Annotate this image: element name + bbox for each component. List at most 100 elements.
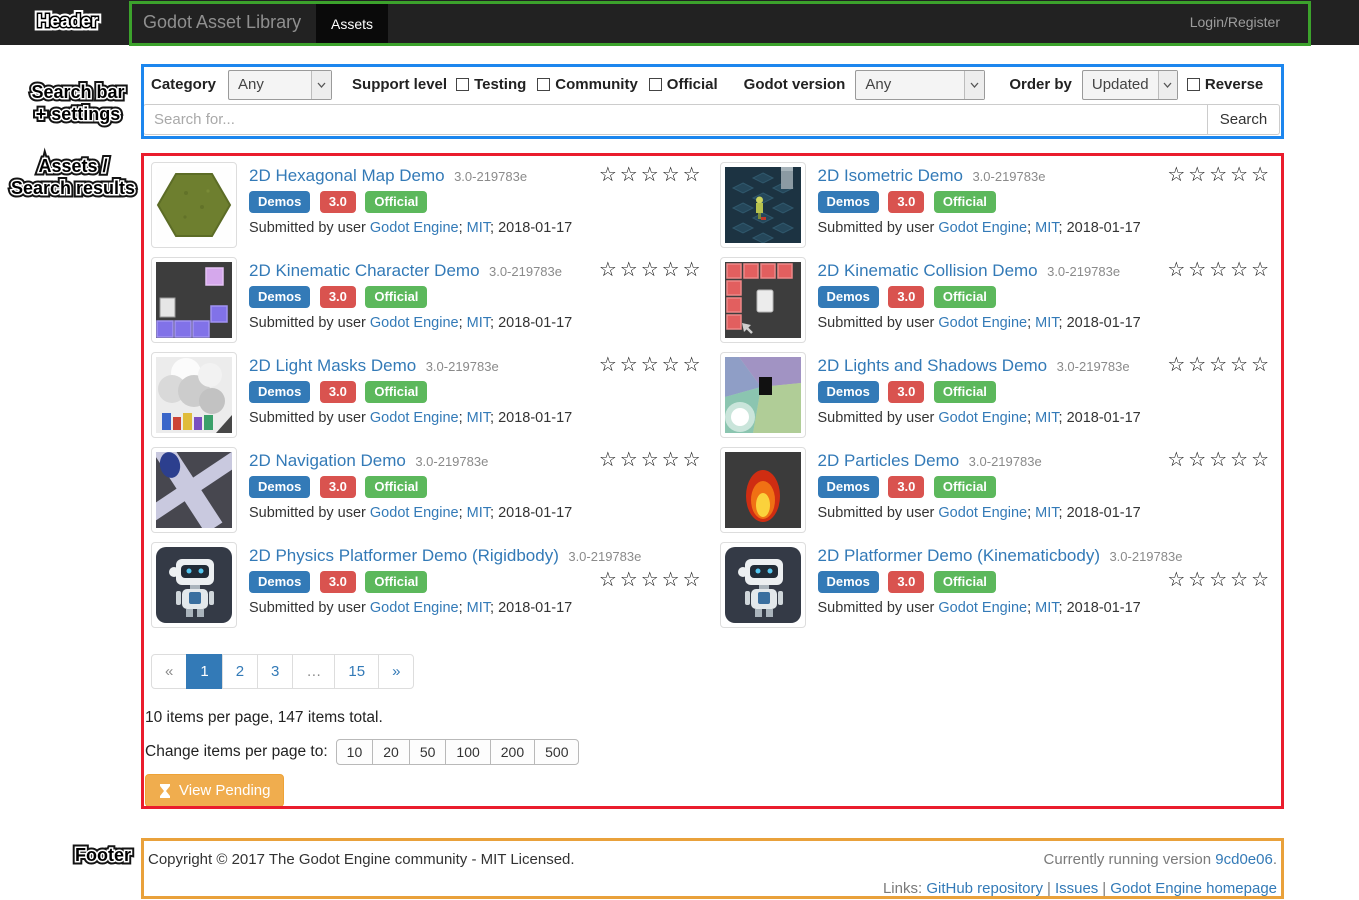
license-link[interactable]: MIT bbox=[1035, 600, 1058, 616]
asset-submitted-line: Submitted by user Godot Engine; MIT; 201… bbox=[249, 315, 704, 331]
asset-title-link[interactable]: 2D Kinematic Character Demo bbox=[249, 261, 480, 280]
login-register-link[interactable]: Login/Register bbox=[1190, 0, 1280, 45]
badge-category[interactable]: Demos bbox=[249, 381, 310, 403]
godot-homepage-link[interactable]: Godot Engine homepage bbox=[1110, 880, 1277, 897]
pagination-prev[interactable]: « bbox=[151, 654, 187, 689]
asset-title-link[interactable]: 2D Light Masks Demo bbox=[249, 356, 416, 375]
license-link[interactable]: MIT bbox=[467, 315, 490, 331]
asset-badges: Demos 3.0 Official bbox=[818, 476, 1273, 498]
per-page-20-button[interactable]: 20 bbox=[372, 739, 410, 765]
license-link[interactable]: MIT bbox=[1035, 410, 1058, 426]
asset-title-link[interactable]: 2D Kinematic Collision Demo bbox=[818, 261, 1038, 280]
badge-category[interactable]: Demos bbox=[249, 476, 310, 498]
asset-title-link[interactable]: 2D Hexagonal Map Demo bbox=[249, 166, 445, 185]
badge-category[interactable]: Demos bbox=[249, 191, 310, 213]
running-version-suffix: . bbox=[1273, 851, 1277, 868]
testing-checkbox[interactable] bbox=[456, 78, 469, 91]
godot-version-label: Godot version bbox=[744, 76, 846, 93]
badge-godot-version: 3.0 bbox=[888, 571, 924, 593]
asset-title-link[interactable]: 2D Lights and Shadows Demo bbox=[818, 356, 1048, 375]
per-page-100-button[interactable]: 100 bbox=[445, 739, 490, 765]
author-link[interactable]: Godot Engine bbox=[370, 220, 459, 236]
badge-category[interactable]: Demos bbox=[818, 381, 879, 403]
license-link[interactable]: MIT bbox=[1035, 315, 1058, 331]
per-page-200-button[interactable]: 200 bbox=[490, 739, 535, 765]
asset-title-link[interactable]: 2D Physics Platformer Demo (Rigidbody) bbox=[249, 546, 559, 565]
asset-title-link[interactable]: 2D Navigation Demo bbox=[249, 451, 406, 470]
view-pending-button[interactable]: View Pending bbox=[145, 774, 284, 807]
author-link[interactable]: Godot Engine bbox=[938, 505, 1027, 521]
badge-godot-version: 3.0 bbox=[320, 571, 356, 593]
author-link[interactable]: Godot Engine bbox=[370, 315, 459, 331]
asset-info: 2D Lights and Shadows Demo 3.0-219783e ☆… bbox=[818, 352, 1273, 438]
order-by-select[interactable]: Updated bbox=[1082, 70, 1178, 100]
per-page-500-button[interactable]: 500 bbox=[534, 739, 579, 765]
footer-links-label: Links: bbox=[883, 880, 922, 897]
author-link[interactable]: Godot Engine bbox=[370, 600, 459, 616]
per-page-10-button[interactable]: 10 bbox=[336, 739, 374, 765]
asset-thumbnail[interactable] bbox=[720, 447, 806, 533]
reverse-checkbox[interactable] bbox=[1187, 78, 1200, 91]
official-checkbox[interactable] bbox=[649, 78, 662, 91]
license-link[interactable]: MIT bbox=[467, 505, 490, 521]
search-input[interactable] bbox=[143, 104, 1208, 135]
asset-version: 3.0-219783e bbox=[426, 359, 499, 374]
github-repository-link[interactable]: GitHub repository bbox=[926, 880, 1043, 897]
separator: ; bbox=[459, 220, 463, 236]
separator: ; bbox=[490, 505, 494, 521]
badge-category[interactable]: Demos bbox=[818, 191, 879, 213]
badge-category[interactable]: Demos bbox=[818, 286, 879, 308]
issues-link[interactable]: Issues bbox=[1055, 880, 1098, 897]
asset-thumbnail[interactable] bbox=[151, 447, 237, 533]
asset-thumbnail[interactable] bbox=[151, 257, 237, 343]
running-version-prefix: Currently running version bbox=[1044, 851, 1212, 868]
pagination-page-2[interactable]: 2 bbox=[222, 654, 258, 689]
per-page-50-button[interactable]: 50 bbox=[409, 739, 447, 765]
author-link[interactable]: Godot Engine bbox=[370, 505, 459, 521]
badge-category[interactable]: Demos bbox=[818, 476, 879, 498]
asset-thumbnail[interactable] bbox=[720, 352, 806, 438]
pagination-next[interactable]: » bbox=[378, 654, 414, 689]
category-select[interactable]: Any bbox=[228, 70, 332, 100]
pagination-page-15[interactable]: 15 bbox=[334, 654, 379, 689]
asset-card: 2D Hexagonal Map Demo 3.0-219783e ☆☆☆☆☆ … bbox=[151, 162, 704, 248]
asset-title-link[interactable]: 2D Particles Demo bbox=[818, 451, 960, 470]
author-link[interactable]: Godot Engine bbox=[938, 410, 1027, 426]
brand-link[interactable]: Godot Asset Library bbox=[143, 0, 301, 45]
footer-right: Currently running version 9cd0e06. Links… bbox=[883, 851, 1277, 897]
license-link[interactable]: MIT bbox=[1035, 505, 1058, 521]
author-link[interactable]: Godot Engine bbox=[938, 600, 1027, 616]
license-link[interactable]: MIT bbox=[1035, 220, 1058, 236]
license-link[interactable]: MIT bbox=[467, 410, 490, 426]
badge-category[interactable]: Demos bbox=[249, 286, 310, 308]
license-link[interactable]: MIT bbox=[467, 220, 490, 236]
asset-thumbnail[interactable] bbox=[151, 162, 237, 248]
footer-copyright: Copyright © 2017 The Godot Engine commun… bbox=[148, 851, 575, 897]
badge-category[interactable]: Demos bbox=[249, 571, 310, 593]
asset-thumbnail[interactable] bbox=[151, 542, 237, 628]
thumbnail-kinematic-collision-image bbox=[725, 262, 801, 338]
badge-category[interactable]: Demos bbox=[818, 571, 879, 593]
asset-title-link[interactable]: 2D Isometric Demo bbox=[818, 166, 963, 185]
asset-thumbnail[interactable] bbox=[151, 352, 237, 438]
author-link[interactable]: Godot Engine bbox=[370, 410, 459, 426]
tab-assets[interactable]: Assets bbox=[316, 4, 388, 45]
asset-title-link[interactable]: 2D Platformer Demo (Kinematicbody) bbox=[818, 546, 1100, 565]
asset-thumbnail[interactable] bbox=[720, 162, 806, 248]
asset-thumbnail[interactable] bbox=[720, 542, 806, 628]
author-link[interactable]: Godot Engine bbox=[938, 315, 1027, 331]
chevron-down-icon bbox=[1158, 71, 1177, 99]
author-link[interactable]: Godot Engine bbox=[938, 220, 1027, 236]
running-version-link[interactable]: 9cd0e06 bbox=[1215, 851, 1273, 868]
license-link[interactable]: MIT bbox=[467, 600, 490, 616]
godot-version-select[interactable]: Any bbox=[855, 70, 985, 100]
pagination-page-1[interactable]: 1 bbox=[186, 654, 222, 689]
rating-stars: ☆☆☆☆☆ bbox=[599, 353, 704, 378]
community-checkbox[interactable] bbox=[537, 78, 550, 91]
support-testing-option: Testing bbox=[456, 76, 526, 93]
pagination-page-3[interactable]: 3 bbox=[257, 654, 293, 689]
testing-checkbox-label: Testing bbox=[474, 76, 526, 93]
badge-godot-version: 3.0 bbox=[320, 286, 356, 308]
asset-thumbnail[interactable] bbox=[720, 257, 806, 343]
search-button[interactable]: Search bbox=[1207, 104, 1280, 135]
